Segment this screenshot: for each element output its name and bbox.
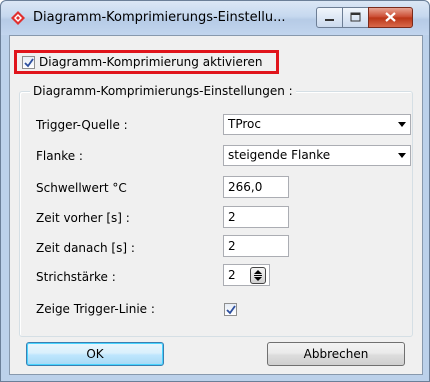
trigger-source-dropdown[interactable]: TProc xyxy=(223,114,411,135)
show-trigger-line-checkbox[interactable] xyxy=(224,303,237,316)
cancel-button[interactable]: Abbrechen xyxy=(267,342,405,366)
dialog-window: Diagramm-Komprimierungs-Einstellu... Dia… xyxy=(0,0,430,382)
checkmark-icon xyxy=(24,58,34,68)
line-width-label: Strichstärke : xyxy=(36,270,116,284)
edge-label: Flanke : xyxy=(36,149,83,163)
time-before-input[interactable]: 2 xyxy=(223,206,289,228)
show-trigger-line-label: Zeige Trigger-Linie : xyxy=(36,302,155,316)
minimize-icon xyxy=(325,19,334,21)
spin-updown-icon xyxy=(254,270,262,281)
enable-compression-label: Diagramm-Komprimierung aktivieren xyxy=(39,55,263,69)
edge-dropdown[interactable]: steigende Flanke xyxy=(223,145,411,166)
spin-updown-button[interactable] xyxy=(250,267,266,284)
settings-group-title: Diagramm-Komprimierungs-Einstellungen : xyxy=(30,84,296,98)
maximize-icon xyxy=(350,12,361,22)
ok-button[interactable]: OK xyxy=(26,342,164,366)
window-title: Diagramm-Komprimierungs-Einstellu... xyxy=(33,10,286,25)
dialog-body: Diagramm-Komprimierung aktivieren Diagra… xyxy=(9,35,423,375)
enable-compression-checkbox[interactable] xyxy=(22,56,35,69)
trigger-source-value: TProc xyxy=(228,117,261,131)
time-before-value: 2 xyxy=(228,210,236,224)
time-after-value: 2 xyxy=(228,239,236,253)
dropdown-arrow-icon xyxy=(398,122,406,127)
dropdown-arrow-icon xyxy=(398,153,406,158)
close-button[interactable] xyxy=(368,7,413,28)
time-before-label: Zeit vorher [s] : xyxy=(36,211,130,225)
app-diamond-icon xyxy=(11,11,25,25)
trigger-source-label: Trigger-Quelle : xyxy=(36,118,128,132)
close-icon xyxy=(385,12,396,22)
checkmark-icon xyxy=(226,305,236,315)
maximize-button[interactable] xyxy=(342,7,369,28)
edge-value: steigende Flanke xyxy=(228,148,331,162)
minimize-button[interactable] xyxy=(316,7,343,28)
time-after-input[interactable]: 2 xyxy=(223,235,289,257)
threshold-label: Schwellwert °C xyxy=(36,181,127,195)
title-bar[interactable]: Diagramm-Komprimierungs-Einstellu... xyxy=(1,1,429,35)
time-after-label: Zeit danach [s] : xyxy=(36,241,135,255)
threshold-value: 266,0 xyxy=(228,180,263,194)
line-width-spinner[interactable]: 2 xyxy=(223,264,270,286)
line-width-value: 2 xyxy=(228,268,236,282)
threshold-input[interactable]: 266,0 xyxy=(223,176,289,198)
